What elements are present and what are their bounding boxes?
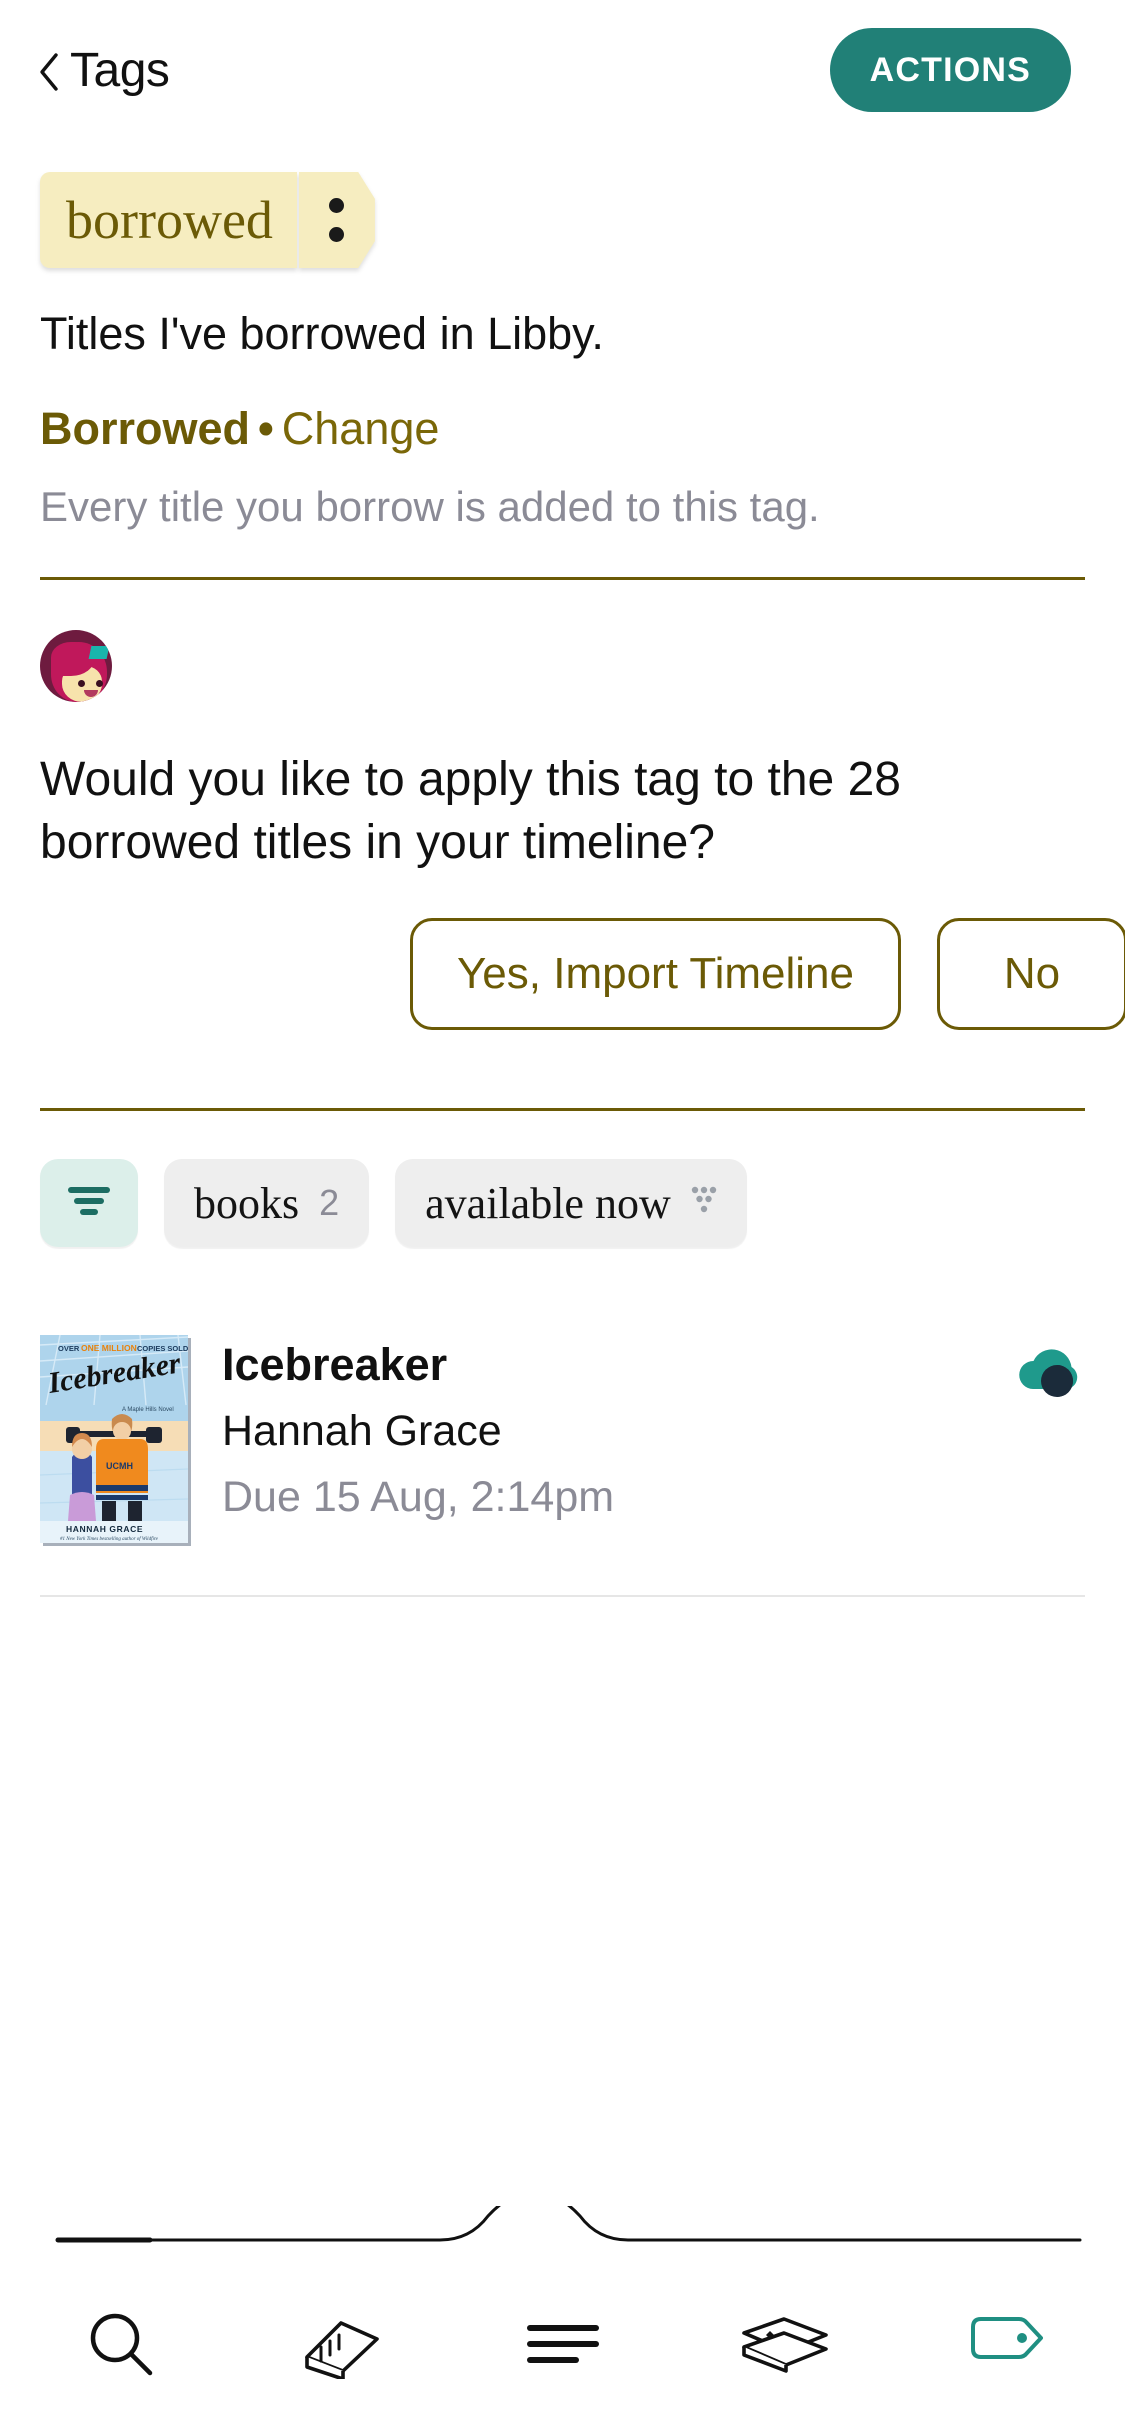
sort-lines-icon: [66, 1184, 112, 1223]
cloud-downloaded-icon[interactable]: [1013, 1343, 1085, 1404]
section-divider-2: [40, 1108, 1085, 1112]
availability-icon: [691, 1186, 717, 1221]
filter-chip-available-now[interactable]: available now: [395, 1159, 747, 1248]
libby-tag-detail-screen: Tags ACTIONS borrowed Titles I've borrow…: [0, 0, 1125, 2436]
menu-lines-icon: [525, 2319, 601, 2372]
tag-name: borrowed: [66, 190, 273, 250]
book-cover[interactable]: OVER ONE MILLION COPIES SOLD! Icebreaker…: [40, 1335, 188, 1544]
filter-chip-row: books 2 available now: [40, 1159, 1085, 1248]
chevron-left-icon: [38, 52, 60, 91]
libby-avatar-icon: [40, 629, 112, 702]
chip-label: available now: [425, 1178, 671, 1228]
tag-badge[interactable]: borrowed: [40, 172, 375, 268]
yes-import-timeline-button[interactable]: Yes, Import Timeline: [410, 918, 901, 1031]
tag-rule-change-link[interactable]: Change: [282, 403, 440, 454]
dot: [329, 227, 345, 242]
book-author: Hannah Grace: [222, 1407, 502, 1456]
sort-button[interactable]: [40, 1159, 138, 1248]
nav-top-divider: [55, 2206, 1082, 2243]
svg-text:HANNAH GRACE: HANNAH GRACE: [66, 1524, 143, 1534]
nav-item-search[interactable]: [46, 2290, 196, 2400]
svg-text:A Maple Hills Novel: A Maple Hills Novel: [122, 1407, 174, 1413]
chip-count: 2: [319, 1182, 340, 1224]
import-prompt: Would you like to apply this tag to the …: [40, 580, 1125, 1031]
library-icon: [297, 2309, 387, 2382]
filter-chip-books[interactable]: books 2: [164, 1159, 370, 1248]
nav-item-library[interactable]: [267, 2290, 417, 2400]
nav-item-shelf[interactable]: [709, 2290, 859, 2400]
screen-content: borrowed Titles I've borrowed in Libby. …: [0, 140, 1125, 2436]
no-button[interactable]: No: [937, 918, 1125, 1031]
list-separator: [40, 1595, 1085, 1598]
avatar-hair-clip: [88, 645, 110, 659]
tag-rule-row: Borrowed • Change: [40, 402, 1085, 456]
book-info: Icebreaker Hannah Grace Due 15 Aug, 2:14…: [222, 1335, 979, 1522]
import-prompt-question: Would you like to apply this tag to the …: [40, 752, 901, 869]
bottom-navigation-bar: [0, 2206, 1125, 2436]
svg-text:OVER: OVER: [58, 1344, 80, 1353]
import-prompt-actions: Yes, Import Timeline No: [40, 918, 1125, 1031]
book-due-status: Due 15 Aug, 2:14pm: [222, 1472, 615, 1521]
avatar-eye: [96, 679, 103, 687]
nav-items: [0, 2290, 1125, 2400]
rule-separator: •: [258, 403, 274, 455]
screen-header: Tags ACTIONS: [0, 0, 1125, 140]
tag-rule-note: Every title you borrow is added to this …: [40, 483, 820, 531]
svg-text:UCMH: UCMH: [106, 1461, 133, 1471]
tag-badge-row: borrowed: [40, 172, 1085, 268]
dot: [329, 198, 345, 213]
two-dot-menu-icon[interactable]: [298, 172, 375, 268]
tag-rule-label: Borrowed: [40, 403, 251, 455]
back-to-tags-button[interactable]: Tags: [34, 37, 173, 104]
tag-description: Titles I've borrowed in Libby.: [40, 308, 604, 359]
search-icon: [86, 2309, 156, 2382]
nav-item-menu[interactable]: [488, 2290, 638, 2400]
tag-body: borrowed: [40, 172, 297, 268]
list-item[interactable]: OVER ONE MILLION COPIES SOLD! Icebreaker…: [40, 1335, 1085, 1544]
book-title: Icebreaker: [222, 1339, 448, 1391]
svg-text:ONE MILLION: ONE MILLION: [81, 1343, 137, 1353]
nav-item-tags[interactable]: [930, 2290, 1080, 2400]
svg-text:#1 New York Times bestselling: #1 New York Times bestselling author of …: [60, 1537, 159, 1542]
back-label: Tags: [70, 43, 170, 97]
avatar-eye: [78, 679, 85, 687]
actions-button[interactable]: ACTIONS: [829, 28, 1071, 112]
shelf-books-icon: [736, 2311, 832, 2380]
chip-label: books: [194, 1178, 300, 1228]
tag-icon: [967, 2311, 1043, 2380]
